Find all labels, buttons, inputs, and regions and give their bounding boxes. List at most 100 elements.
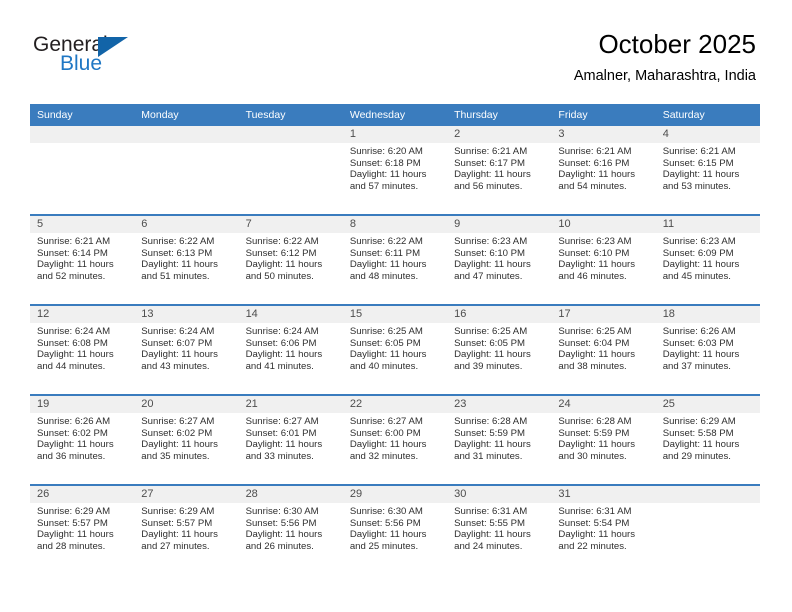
day-cell[interactable]: 11 Sunrise: 6:23 AM Sunset: 6:09 PM Dayl…	[655, 214, 760, 305]
day-cell[interactable]: 9 Sunrise: 6:23 AM Sunset: 6:10 PM Dayli…	[447, 214, 552, 305]
sunrise-text: Sunrise: 6:22 AM	[349, 236, 423, 247]
sunset-text: Sunset: 5:56 PM	[245, 517, 317, 529]
day-cell[interactable]: 20 Sunrise: 6:27 AM Sunset: 6:02 PM Dayl…	[134, 394, 239, 485]
day-cell[interactable]: 1 Sunrise: 6:20 AM Sunset: 6:18 PM Dayli…	[342, 126, 448, 215]
day-cell[interactable]: 28 Sunrise: 6:30 AM Sunset: 5:56 PM Dayl…	[238, 484, 343, 574]
day-cell[interactable]: 2 Sunrise: 6:21 AM Sunset: 6:17 PM Dayli…	[447, 126, 552, 215]
day-cell[interactable]: 12 Sunrise: 6:24 AM Sunset: 6:08 PM Dayl…	[30, 304, 135, 395]
sunset-text: Sunset: 6:03 PM	[662, 337, 734, 349]
weekday-header-wednesday: Wednesday	[342, 104, 448, 126]
day-details	[134, 143, 238, 146]
day-cell[interactable]: 10 Sunrise: 6:23 AM Sunset: 6:10 PM Dayl…	[551, 214, 656, 305]
day-number: 21	[238, 396, 343, 413]
daylight-text-line1: Daylight: 11 hours	[558, 259, 636, 271]
calendar-body: 1 Sunrise: 6:20 AM Sunset: 6:18 PM Dayli…	[30, 126, 760, 574]
daylight-text-line2: and 35 minutes.	[141, 450, 210, 462]
sunset-text: Sunset: 6:02 PM	[141, 427, 213, 439]
day-details: Sunrise: 6:25 AM Sunset: 6:05 PM Dayligh…	[343, 323, 447, 372]
daylight-text-line2: and 57 minutes.	[349, 180, 419, 192]
sunrise-text: Sunrise: 6:25 AM	[558, 326, 632, 337]
day-details	[656, 503, 760, 506]
day-cell[interactable]	[655, 484, 760, 574]
day-cell[interactable]: 31 Sunrise: 6:31 AM Sunset: 5:54 PM Dayl…	[551, 484, 656, 574]
sunrise-text: Sunrise: 6:25 AM	[349, 326, 423, 337]
day-cell[interactable]: 15 Sunrise: 6:25 AM Sunset: 6:05 PM Dayl…	[342, 304, 448, 395]
day-cell[interactable]: 17 Sunrise: 6:25 AM Sunset: 6:04 PM Dayl…	[551, 304, 656, 395]
day-cell[interactable]: 6 Sunrise: 6:22 AM Sunset: 6:13 PM Dayli…	[134, 214, 239, 305]
generalblue-logo[interactable]: General Blue	[33, 33, 213, 83]
day-number: 13	[134, 306, 239, 323]
daylight-text-line1: Daylight: 11 hours	[558, 439, 636, 451]
daylight-text-line1: Daylight: 11 hours	[141, 259, 218, 271]
day-cell[interactable]	[238, 126, 343, 215]
sunset-text: Sunset: 6:13 PM	[141, 247, 213, 259]
daylight-text-line1: Daylight: 11 hours	[662, 259, 740, 271]
sunset-text: Sunset: 5:56 PM	[349, 517, 421, 529]
calendar-head: Sunday Monday Tuesday Wednesday Thursday…	[30, 104, 760, 126]
day-number	[238, 126, 343, 143]
day-cell[interactable]: 23 Sunrise: 6:28 AM Sunset: 5:59 PM Dayl…	[447, 394, 552, 485]
sunrise-text: Sunrise: 6:24 AM	[37, 326, 111, 337]
daylight-text-line1: Daylight: 11 hours	[454, 259, 531, 271]
sunrise-text: Sunrise: 6:21 AM	[558, 146, 632, 157]
daylight-text-line1: Daylight: 11 hours	[454, 169, 531, 181]
day-details: Sunrise: 6:23 AM Sunset: 6:10 PM Dayligh…	[447, 233, 551, 282]
day-cell[interactable]: 14 Sunrise: 6:24 AM Sunset: 6:06 PM Dayl…	[238, 304, 343, 395]
day-cell[interactable]: 7 Sunrise: 6:22 AM Sunset: 6:12 PM Dayli…	[238, 214, 343, 305]
week-row: 26 Sunrise: 6:29 AM Sunset: 5:57 PM Dayl…	[30, 484, 760, 574]
day-cell[interactable]: 27 Sunrise: 6:29 AM Sunset: 5:57 PM Dayl…	[134, 484, 239, 574]
weekday-header-sunday: Sunday	[30, 104, 135, 126]
daylight-text-line2: and 53 minutes.	[662, 180, 731, 192]
day-cell[interactable]: 26 Sunrise: 6:29 AM Sunset: 5:57 PM Dayl…	[30, 484, 135, 574]
day-cell[interactable]: 4 Sunrise: 6:21 AM Sunset: 6:15 PM Dayli…	[655, 126, 760, 215]
day-cell[interactable]: 24 Sunrise: 6:28 AM Sunset: 5:59 PM Dayl…	[551, 394, 656, 485]
day-cell[interactable]: 13 Sunrise: 6:24 AM Sunset: 6:07 PM Dayl…	[134, 304, 239, 395]
daylight-text-line1: Daylight: 11 hours	[141, 349, 218, 361]
daylight-text-line2: and 27 minutes.	[141, 540, 210, 552]
weekday-header-monday: Monday	[134, 104, 239, 126]
sunset-text: Sunset: 6:00 PM	[349, 427, 421, 439]
day-cell[interactable]: 16 Sunrise: 6:25 AM Sunset: 6:05 PM Dayl…	[447, 304, 552, 395]
title-block: October 2025 Amalner, Maharashtra, India	[574, 28, 756, 86]
day-details: Sunrise: 6:21 AM Sunset: 6:15 PM Dayligh…	[656, 143, 760, 192]
day-cell[interactable]: 29 Sunrise: 6:30 AM Sunset: 5:56 PM Dayl…	[342, 484, 448, 574]
day-cell[interactable]: 3 Sunrise: 6:21 AM Sunset: 6:16 PM Dayli…	[551, 126, 656, 215]
sunrise-text: Sunrise: 6:29 AM	[141, 506, 215, 517]
day-cell[interactable]: 25 Sunrise: 6:29 AM Sunset: 5:58 PM Dayl…	[655, 394, 760, 485]
daylight-text-line1: Daylight: 11 hours	[454, 439, 531, 451]
day-number: 25	[655, 396, 760, 413]
day-cell[interactable]: 21 Sunrise: 6:27 AM Sunset: 6:01 PM Dayl…	[238, 394, 343, 485]
day-cell[interactable]: 18 Sunrise: 6:26 AM Sunset: 6:03 PM Dayl…	[655, 304, 760, 395]
sunset-text: Sunset: 6:09 PM	[662, 247, 734, 259]
sunrise-text: Sunrise: 6:25 AM	[454, 326, 528, 337]
sunset-text: Sunset: 5:55 PM	[454, 517, 526, 529]
day-cell[interactable]: 8 Sunrise: 6:22 AM Sunset: 6:11 PM Dayli…	[342, 214, 448, 305]
daylight-text-line2: and 51 minutes.	[141, 270, 210, 282]
day-number: 9	[447, 216, 552, 233]
daylight-text-line1: Daylight: 11 hours	[349, 169, 427, 181]
day-cell[interactable]: 30 Sunrise: 6:31 AM Sunset: 5:55 PM Dayl…	[447, 484, 552, 574]
daylight-text-line1: Daylight: 11 hours	[245, 529, 323, 541]
weekday-header-row: Sunday Monday Tuesday Wednesday Thursday…	[30, 104, 760, 126]
day-number: 4	[655, 126, 760, 143]
day-details: Sunrise: 6:22 AM Sunset: 6:12 PM Dayligh…	[239, 233, 343, 282]
day-details: Sunrise: 6:23 AM Sunset: 6:10 PM Dayligh…	[551, 233, 655, 282]
day-details	[30, 143, 134, 146]
day-cell[interactable]: 22 Sunrise: 6:27 AM Sunset: 6:00 PM Dayl…	[342, 394, 448, 485]
day-number: 20	[134, 396, 239, 413]
daylight-text-line1: Daylight: 11 hours	[37, 529, 114, 541]
daylight-text-line2: and 50 minutes.	[245, 270, 314, 282]
week-row: 5 Sunrise: 6:21 AM Sunset: 6:14 PM Dayli…	[30, 214, 760, 305]
day-cell[interactable]	[134, 126, 239, 215]
sunrise-text: Sunrise: 6:21 AM	[454, 146, 528, 157]
day-cell[interactable]	[30, 126, 135, 215]
day-number: 8	[342, 216, 448, 233]
sunset-text: Sunset: 6:16 PM	[558, 157, 630, 169]
sunrise-text: Sunrise: 6:22 AM	[141, 236, 215, 247]
day-cell[interactable]: 19 Sunrise: 6:26 AM Sunset: 6:02 PM Dayl…	[30, 394, 135, 485]
day-cell[interactable]: 5 Sunrise: 6:21 AM Sunset: 6:14 PM Dayli…	[30, 214, 135, 305]
sunrise-text: Sunrise: 6:26 AM	[37, 416, 111, 427]
day-details: Sunrise: 6:27 AM Sunset: 6:01 PM Dayligh…	[239, 413, 343, 462]
daylight-text-line1: Daylight: 11 hours	[662, 349, 740, 361]
sunrise-text: Sunrise: 6:23 AM	[662, 236, 736, 247]
